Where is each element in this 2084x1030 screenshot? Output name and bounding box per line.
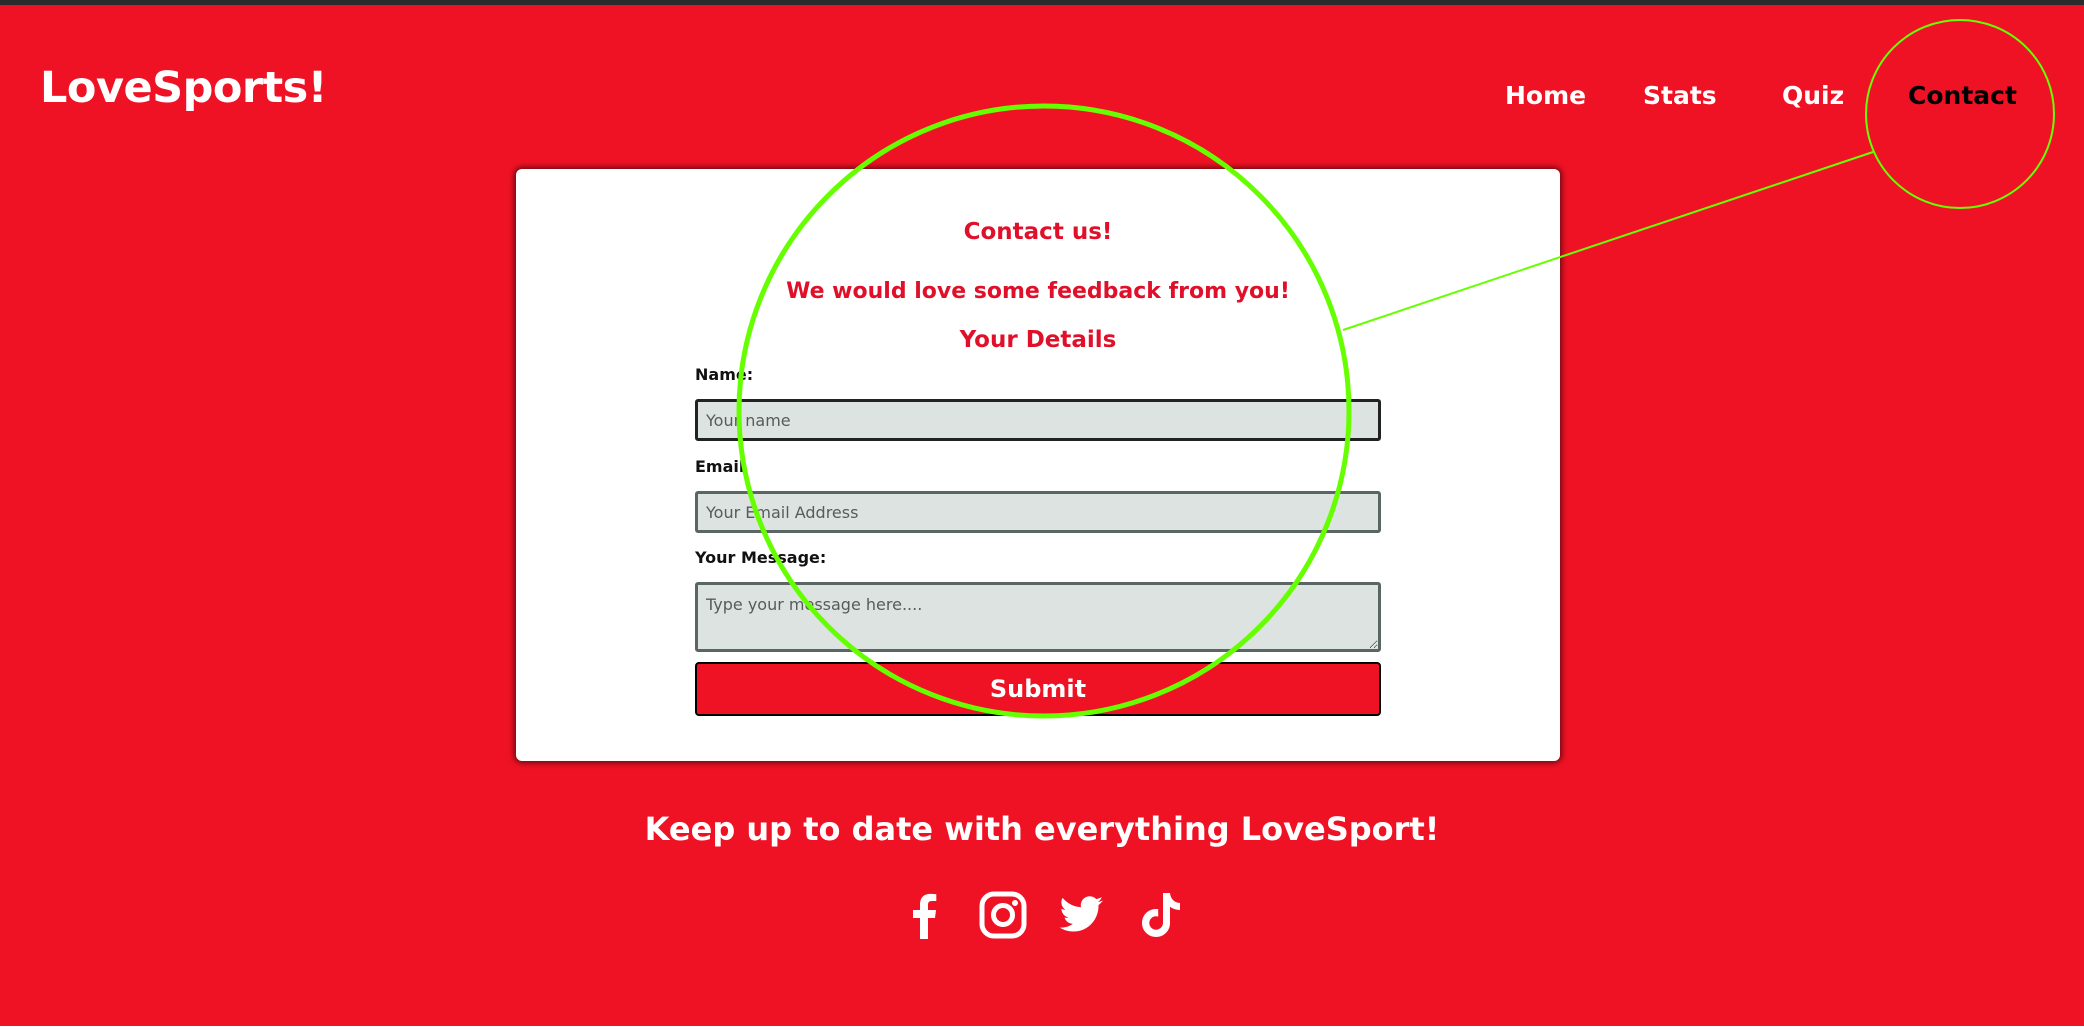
email-label: Email (695, 457, 745, 476)
name-label: Name: (695, 365, 754, 384)
footer-heading: Keep up to date with everything LoveSpor… (644, 810, 1440, 848)
nav-contact-link[interactable]: Contact (1908, 81, 2017, 110)
twitter-icon[interactable] (1055, 889, 1107, 941)
submit-button[interactable]: Submit (695, 662, 1381, 716)
instagram-icon[interactable] (977, 889, 1029, 941)
contact-title: Contact us! (963, 219, 1113, 245)
message-textarea[interactable] (695, 582, 1381, 652)
tiktok-icon[interactable] (1133, 889, 1185, 941)
main-nav: Home Stats Quiz Contact (0, 81, 2084, 121)
nav-quiz-link[interactable]: Quiz (1782, 81, 1844, 110)
page: LoveSports! Home Stats Quiz Contact Cont… (0, 0, 2084, 1026)
contact-subtitle: We would love some feedback from you! (786, 279, 1290, 304)
nav-stats-link[interactable]: Stats (1643, 81, 1717, 110)
message-label: Your Message: (695, 548, 827, 567)
facebook-icon[interactable] (899, 889, 951, 941)
contact-form-card: Contact us! We would love some feedback … (516, 169, 1560, 761)
nav-home-link[interactable]: Home (1505, 81, 1586, 110)
social-links (0, 889, 2084, 941)
details-heading: Your Details (959, 327, 1117, 353)
email-input[interactable] (695, 491, 1381, 533)
name-input[interactable] (695, 399, 1381, 441)
